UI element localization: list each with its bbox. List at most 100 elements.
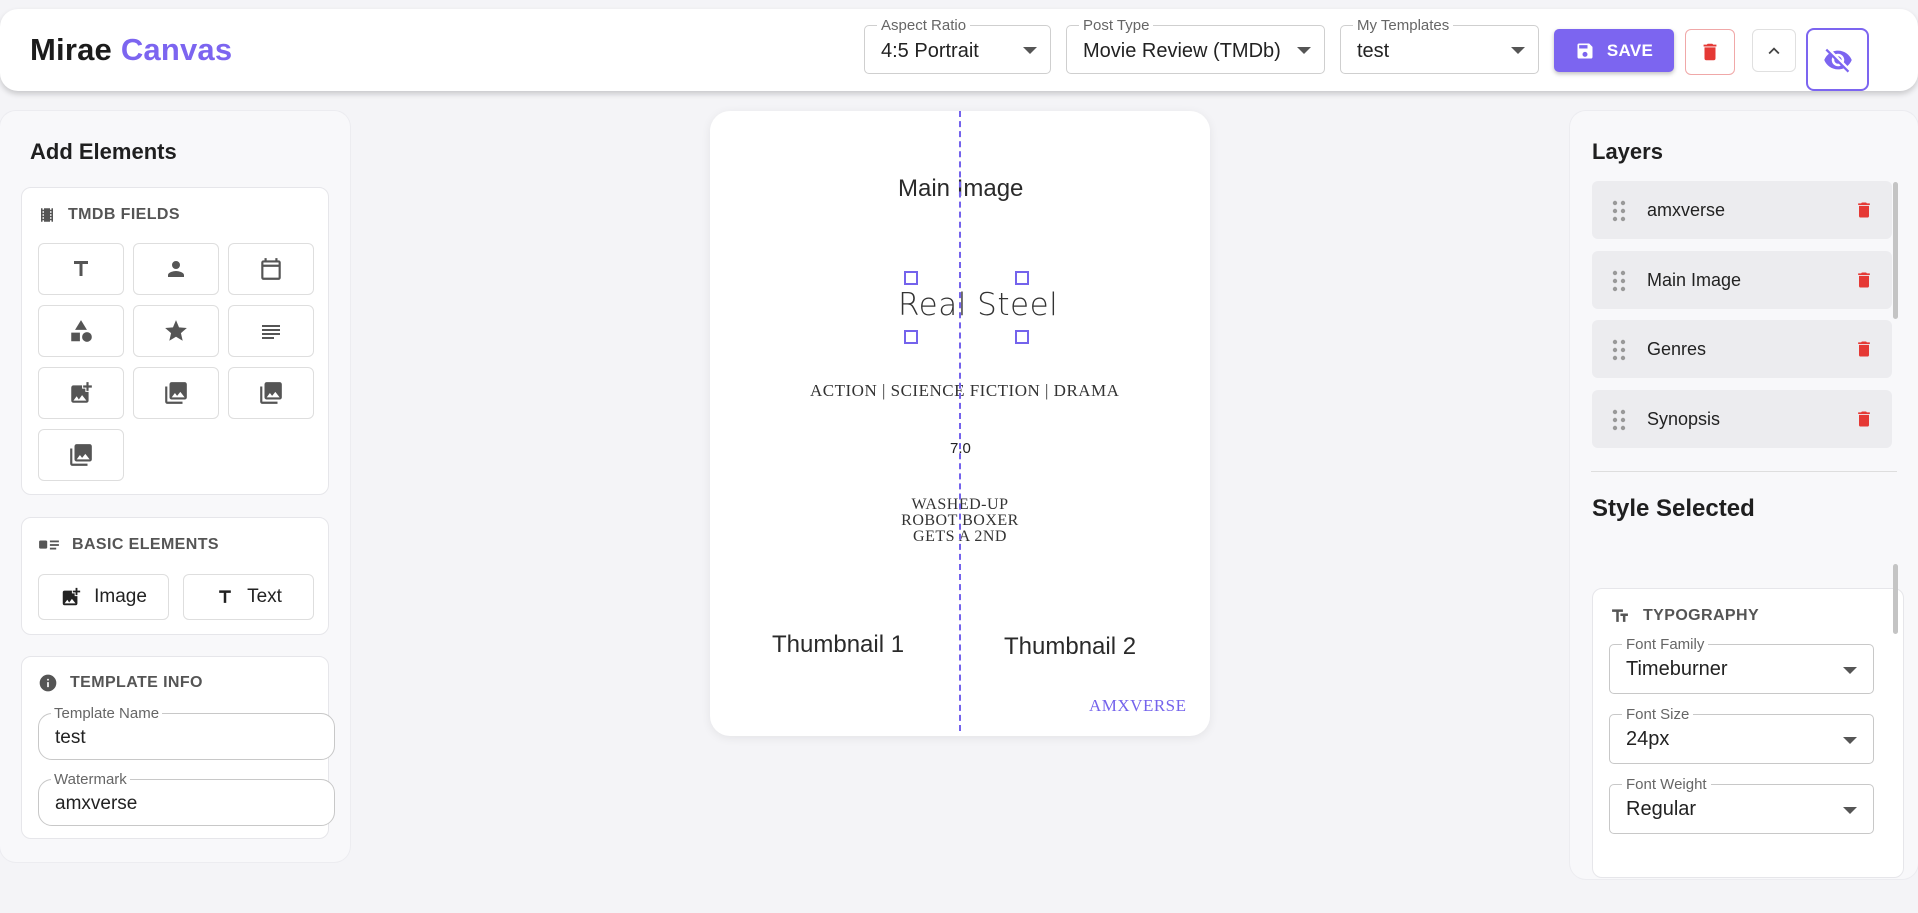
basic-elements-card: BASIC ELEMENTS Image Text [21,517,329,635]
image-icon [260,382,282,404]
add-photo-icon [62,587,81,606]
trash-icon[interactable] [1854,338,1874,360]
top-bar: Mirae Canvas Aspect Ratio 4:5 Portrait P… [0,9,1918,91]
trash-icon[interactable] [1854,269,1874,291]
save-icon [1577,43,1593,58]
template-name-field[interactable]: Template Name test [38,705,335,760]
add-text-button[interactable]: Text [183,574,314,620]
post-type-select[interactable]: Post Type Movie Review (TMDb) [1066,17,1325,74]
add-genres-field-button[interactable] [38,305,124,357]
font-size-select[interactable]: Font Size 24px [1609,706,1874,764]
layer-item-main-image[interactable]: Main Image [1592,251,1892,309]
add-person-field-button[interactable] [133,243,219,295]
toggle-guides-button[interactable] [1806,28,1869,91]
layer-item-genres[interactable]: Genres [1592,320,1892,378]
drag-handle-icon[interactable] [1612,270,1626,292]
layer-item-synopsis[interactable]: Synopsis [1592,390,1892,448]
title-icon [219,590,231,603]
font-family-select[interactable]: Font Family Timeburner [1609,636,1874,694]
canvas-movie-title[interactable]: Real Steel [898,287,1058,323]
add-rating-field-button[interactable] [133,305,219,357]
style-selected-title: Style Selected [1592,495,1755,522]
my-templates-value: test [1357,40,1390,62]
trash-icon [1703,43,1717,61]
elements-icon [39,540,59,550]
font-size-label: Font Size [1622,706,1694,723]
brand-name: Mirae [30,32,112,67]
chevron-up-icon [1768,46,1780,54]
image-stack-2-icon [70,444,92,466]
canvas-thumbnail-2[interactable]: Thumbnail 2 [1004,633,1136,661]
delete-template-button[interactable] [1685,29,1735,75]
watermark-value: amxverse [55,793,138,814]
post-type-label: Post Type [1079,17,1154,34]
add-thumbnail-field-button[interactable] [228,367,314,419]
save-button[interactable]: SAVE [1554,29,1674,72]
card-header: TMDB FIELDS [38,205,180,225]
resize-handle-top-left[interactable] [904,271,918,285]
calendar-icon [261,258,281,280]
drag-handle-icon[interactable] [1612,409,1626,431]
add-elements-panel: Add Elements TMDB FIELDS BASIC ELEMENTS … [0,111,350,862]
resize-handle-top-right[interactable] [1015,271,1029,285]
card-header: BASIC ELEMENTS [38,536,219,554]
add-image-button[interactable]: Image [38,574,169,620]
drag-handle-icon[interactable] [1612,200,1626,222]
add-title-field-button[interactable] [38,243,124,295]
my-templates-select[interactable]: My Templates test [1340,17,1539,74]
trash-icon[interactable] [1854,408,1874,430]
font-weight-select[interactable]: Font Weight Regular [1609,776,1874,834]
canvas-genres[interactable]: ACTION | SCIENCE FICTION | DRAMA [810,381,1119,401]
resize-handle-bottom-left[interactable] [904,330,918,344]
template-info-title: TEMPLATE INFO [70,674,203,691]
watermark-label: Watermark [51,771,130,788]
chevron-down-icon [1023,47,1037,54]
chevron-down-icon [1843,807,1857,814]
chevron-down-icon [1843,737,1857,744]
canvas-watermark[interactable]: AMXVERSE [1089,696,1187,716]
panel-divider [1591,471,1897,472]
resize-handle-bottom-right[interactable] [1015,330,1029,344]
center-guide-line [959,111,961,731]
my-templates-label: My Templates [1353,17,1454,34]
add-backdrop-field-button[interactable] [133,367,219,419]
layer-item-amxverse[interactable]: amxverse [1592,181,1892,239]
add-poster-field-button[interactable] [38,367,124,419]
watermark-field[interactable]: Watermark amxverse [38,771,335,826]
trash-icon[interactable] [1854,199,1874,221]
layer-name: Genres [1647,339,1707,359]
add-text-label: Text [247,586,282,607]
info-icon [39,674,57,692]
canvas-thumbnail-1[interactable]: Thumbnail 1 [772,631,904,659]
aspect-ratio-value: 4:5 Portrait [881,40,979,62]
font-weight-value: Regular [1626,798,1697,820]
chevron-down-icon [1297,47,1311,54]
lines-icon [262,325,280,339]
layer-name: Synopsis [1647,409,1721,429]
image-stack-icon [165,382,187,404]
shapes-icon [71,320,92,342]
add-date-field-button[interactable] [228,243,314,295]
star-icon [165,320,187,341]
aspect-ratio-select[interactable]: Aspect Ratio 4:5 Portrait [864,17,1051,74]
layers-title: Layers [1592,139,1663,164]
template-name-label: Template Name [51,705,163,722]
add-gallery-field-button[interactable] [38,429,124,481]
drag-handle-icon[interactable] [1612,339,1626,361]
card-header: TYPOGRAPHY [1609,606,1759,626]
design-canvas[interactable]: Main Image Real Steel ACTION | SCIENCE F… [710,111,1210,736]
basic-elements-title: BASIC ELEMENTS [72,536,219,553]
layers-scrollbar[interactable] [1893,182,1898,319]
panel-title: Add Elements [30,139,177,164]
text-fields-icon [1612,609,1628,622]
brand-accent: Canvas [120,32,233,67]
tmdb-fields-title: TMDB FIELDS [68,206,180,223]
add-synopsis-field-button[interactable] [228,305,314,357]
layer-name: amxverse [1647,200,1726,220]
typography-card: TYPOGRAPHY Font Family Timeburner Font S… [1592,588,1904,878]
post-type-value: Movie Review (TMDb) [1083,40,1281,62]
style-scrollbar[interactable] [1893,564,1898,634]
collapse-button[interactable] [1752,29,1796,72]
font-size-value: 24px [1626,728,1670,750]
font-family-value: Timeburner [1626,658,1728,680]
